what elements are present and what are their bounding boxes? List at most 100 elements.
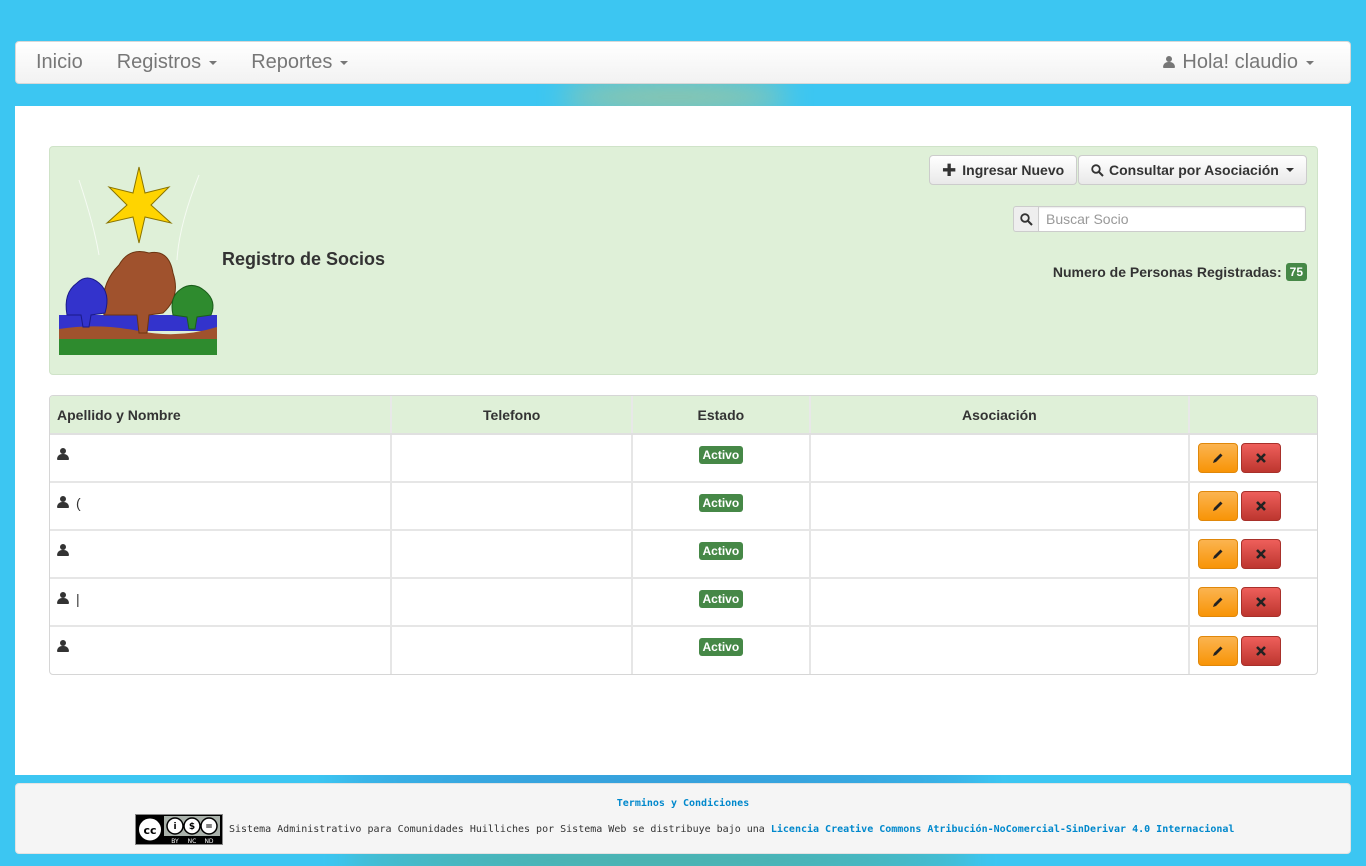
status-badge: Activo bbox=[698, 446, 744, 464]
row-actions bbox=[1190, 587, 1317, 617]
column-header-telefono[interactable]: Telefono bbox=[391, 396, 633, 435]
cell-telefono bbox=[391, 434, 633, 483]
close-icon bbox=[1256, 453, 1266, 463]
cell-telefono bbox=[391, 530, 633, 579]
cc-label-by: BY bbox=[171, 838, 179, 845]
svg-text:i: i bbox=[173, 822, 176, 832]
user-icon bbox=[57, 544, 69, 557]
user-menu-dropdown[interactable]: Hola! claudio bbox=[1146, 41, 1350, 84]
license-row: cc i $ = BY NC ND Sistema Administrativo… bbox=[135, 814, 1234, 845]
cell-name bbox=[50, 626, 393, 674]
delete-button[interactable] bbox=[1241, 539, 1282, 569]
cc-license-badge[interactable]: cc i $ = BY NC ND bbox=[135, 814, 223, 845]
cell-estado: Activo bbox=[631, 482, 811, 531]
svg-text:$: $ bbox=[189, 822, 195, 832]
nav-inicio[interactable]: Inicio bbox=[16, 41, 100, 84]
close-icon bbox=[1256, 645, 1266, 656]
user-icon bbox=[57, 448, 69, 461]
edit-button[interactable] bbox=[1198, 443, 1239, 473]
column-header-estado[interactable]: Estado bbox=[631, 396, 811, 435]
cell-asociacion bbox=[809, 626, 1191, 674]
cell-name bbox=[50, 434, 393, 483]
svg-text:cc: cc bbox=[143, 824, 156, 837]
cell-actions bbox=[1189, 434, 1317, 483]
pencil-icon bbox=[1213, 646, 1223, 656]
caret-down-icon bbox=[340, 60, 349, 65]
cell-name bbox=[50, 530, 393, 579]
consultar-asociacion-label: Consultar por Asociación bbox=[1109, 162, 1279, 178]
pencil-icon bbox=[1213, 501, 1223, 511]
search-group bbox=[1013, 206, 1306, 232]
search-addon bbox=[1013, 206, 1038, 232]
main-content: Registro de Socios ✚ Ingresar Nuevo Cons… bbox=[15, 106, 1351, 775]
cell-asociacion bbox=[809, 578, 1191, 627]
user-greeting: Hola! claudio bbox=[1182, 51, 1298, 73]
close-icon bbox=[1256, 501, 1266, 511]
ingresar-nuevo-button[interactable]: ✚ Ingresar Nuevo bbox=[929, 155, 1078, 185]
delete-button[interactable] bbox=[1241, 635, 1282, 666]
nav-reportes-label: Reportes bbox=[251, 51, 333, 73]
column-header-actions bbox=[1189, 396, 1317, 435]
cell-asociacion bbox=[809, 482, 1191, 531]
cell-telefono bbox=[391, 578, 633, 627]
search-icon bbox=[1091, 163, 1104, 177]
cell-telefono bbox=[391, 626, 633, 674]
user-icon bbox=[1163, 56, 1176, 69]
cell-actions bbox=[1189, 626, 1317, 674]
ingresar-nuevo-label: Ingresar Nuevo bbox=[962, 162, 1065, 178]
close-icon bbox=[1256, 549, 1266, 559]
consultar-asociacion-dropdown[interactable]: Consultar por Asociación bbox=[1078, 155, 1307, 185]
search-input[interactable] bbox=[1038, 206, 1306, 232]
row-actions bbox=[1190, 443, 1317, 473]
status-badge: Activo bbox=[698, 542, 744, 560]
registered-count-label: Numero de Personas Registradas: bbox=[1052, 264, 1282, 280]
caret-down-icon bbox=[209, 60, 218, 65]
pencil-icon bbox=[1213, 453, 1223, 463]
community-logo bbox=[59, 166, 217, 355]
cell-estado: Activo bbox=[631, 530, 811, 579]
caret-down-icon bbox=[1306, 60, 1314, 65]
row-actions bbox=[1190, 635, 1317, 666]
user-icon bbox=[57, 640, 69, 653]
column-header-asociacion[interactable]: Asociación bbox=[809, 396, 1191, 435]
status-badge: Activo bbox=[698, 494, 744, 512]
search-icon bbox=[1019, 212, 1033, 226]
cc-label-nd: ND bbox=[204, 838, 213, 845]
pencil-icon bbox=[1213, 549, 1223, 559]
cell-actions bbox=[1189, 578, 1317, 627]
delete-button[interactable] bbox=[1241, 491, 1282, 521]
edit-button[interactable] bbox=[1198, 491, 1239, 521]
cell-telefono bbox=[391, 482, 633, 531]
table-row: | Activo bbox=[50, 578, 1317, 627]
cell-estado: Activo bbox=[631, 578, 811, 627]
edit-button[interactable] bbox=[1198, 635, 1239, 666]
svg-text:=: = bbox=[205, 822, 213, 832]
cell-name: ( bbox=[50, 482, 393, 531]
table-row: Activo bbox=[50, 530, 1317, 579]
cell-asociacion bbox=[809, 434, 1191, 483]
nav-registros-dropdown[interactable]: Registros bbox=[100, 41, 234, 84]
nav-reportes-dropdown[interactable]: Reportes bbox=[234, 41, 365, 84]
page-title: Registro de Socios bbox=[222, 249, 386, 269]
table-header-row: Apellido y Nombre Telefono Estado Asocia… bbox=[50, 396, 1317, 435]
terms-link[interactable]: Terminos y Condiciones bbox=[16, 798, 1350, 809]
top-navbar: Inicio Registros Reportes Hola! claudio bbox=[15, 41, 1351, 84]
registered-count: Numero de Personas Registradas: 75 bbox=[1053, 263, 1307, 281]
delete-button[interactable] bbox=[1241, 443, 1282, 473]
user-icon bbox=[57, 592, 69, 605]
table-row: Activo bbox=[50, 434, 1317, 483]
edit-button[interactable] bbox=[1198, 587, 1239, 617]
nav-inicio-label: Inicio bbox=[36, 51, 83, 73]
status-badge: Activo bbox=[698, 638, 744, 656]
edit-button[interactable] bbox=[1198, 539, 1239, 569]
row-actions bbox=[1190, 491, 1317, 521]
member-name: ( bbox=[76, 495, 81, 511]
caret-down-icon bbox=[1285, 168, 1294, 172]
license-link[interactable]: Licencia Creative Commons Atribución-NoC… bbox=[771, 824, 1235, 835]
status-badge: Activo bbox=[698, 590, 744, 608]
cell-estado: Activo bbox=[631, 434, 811, 483]
registered-count-badge: 75 bbox=[1285, 263, 1307, 281]
delete-button[interactable] bbox=[1241, 587, 1282, 617]
header-panel: Registro de Socios ✚ Ingresar Nuevo Cons… bbox=[49, 146, 1318, 375]
column-header-name[interactable]: Apellido y Nombre bbox=[50, 396, 393, 435]
